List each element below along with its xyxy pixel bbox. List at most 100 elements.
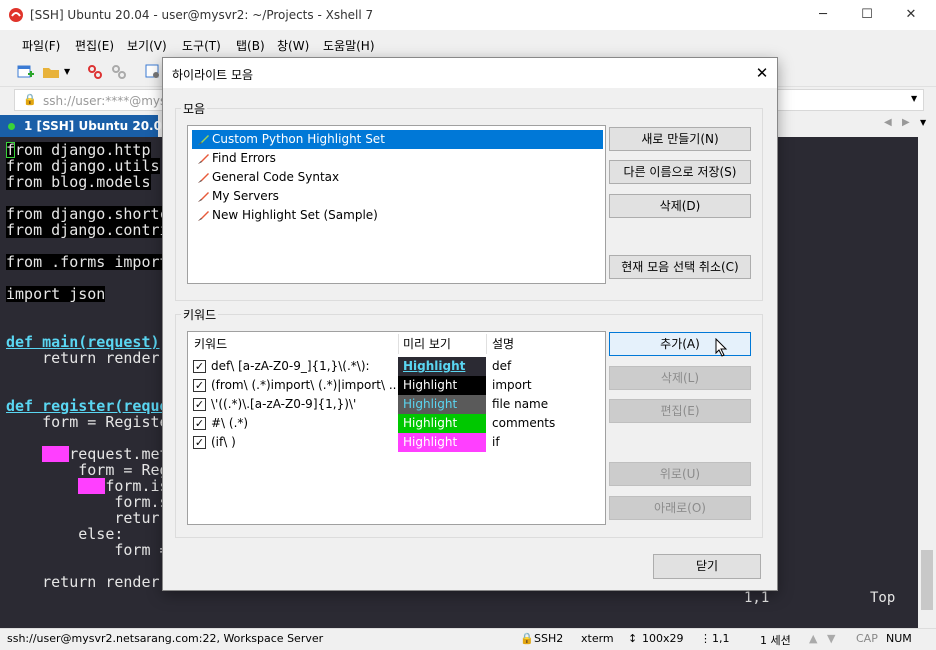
- keyword-row[interactable]: ✓ (if\ ) Highlight if: [188, 433, 602, 452]
- dropdown-arrow-icon[interactable]: ▼: [64, 67, 70, 76]
- keyword-checkbox[interactable]: ✓: [193, 379, 206, 392]
- column-header-description[interactable]: 설명: [492, 334, 514, 354]
- set-item-my-servers[interactable]: My Servers: [192, 187, 603, 206]
- menu-tools[interactable]: 도구(T): [182, 35, 221, 56]
- set-item-find-errors[interactable]: Find Errors: [192, 149, 603, 168]
- status-connection: ssh://user@mysvr2.netsarang.com:22, Work…: [7, 632, 324, 645]
- terminal-cursor: [6, 142, 15, 158]
- tab-scroll-left-icon[interactable]: ◀: [884, 117, 892, 128]
- tab-menu-icon[interactable]: ▼: [920, 118, 926, 127]
- highlight-pen-icon: [198, 192, 209, 202]
- tab-label: 1 [SSH] Ubuntu 20.04: [24, 119, 171, 133]
- terminal-line: form.s: [6, 493, 169, 511]
- menu-view[interactable]: 보기(V): [127, 35, 167, 56]
- menu-file[interactable]: 파일(F): [22, 35, 60, 56]
- address-dropdown-icon[interactable]: ▼: [911, 94, 917, 103]
- terminal-line: def register(reque: [6, 397, 169, 415]
- move-down-button[interactable]: 아래로(O): [609, 496, 751, 520]
- status-resize-icon: ↕: [628, 632, 638, 645]
- keyword-preview: Highlight: [398, 433, 486, 452]
- column-header-preview[interactable]: 미리 보기: [403, 334, 451, 354]
- status-down-icon[interactable]: ▼: [827, 632, 835, 645]
- column-header-keyword[interactable]: 키워드: [194, 334, 227, 354]
- address-text: ssh://user:****@mysvr: [43, 94, 179, 108]
- lock-icon: 🔒: [23, 93, 37, 106]
- edit-keyword-button[interactable]: 편집(E): [609, 399, 751, 423]
- menu-window[interactable]: 창(W): [277, 35, 309, 56]
- highlight-pen-icon: [198, 173, 209, 183]
- terminal-line: from .forms import: [6, 253, 169, 271]
- terminal-line: retur: [6, 509, 160, 527]
- close-dialog-button[interactable]: 닫기: [653, 554, 761, 579]
- delete-set-button[interactable]: 삭제(D): [609, 194, 751, 218]
- menu-tab[interactable]: 탭(B): [236, 35, 265, 56]
- keyword-pattern: def\ [a-zA-Z0-9_]{1,}\(.*\):: [211, 359, 370, 373]
- keyword-preview: Highlight: [398, 395, 486, 414]
- highlight-sets-dialog: 하이라이트 모음 ✕ 모음 Custom Python Highlight Se…: [162, 57, 778, 591]
- add-keyword-button[interactable]: 추가(A): [609, 332, 751, 356]
- column-separator: [398, 334, 399, 354]
- status-cursor: 1,1: [712, 632, 730, 645]
- vim-cursor-position: 1,1: [744, 590, 770, 606]
- set-item-new-highlight[interactable]: New Highlight Set (Sample): [192, 206, 603, 225]
- keyword-checkbox[interactable]: ✓: [193, 417, 206, 430]
- dialog-title-bar: 하이라이트 모음 ✕: [163, 58, 777, 88]
- deselect-set-button[interactable]: 현재 모음 선택 취소(C): [609, 255, 751, 279]
- keyword-description: if: [492, 435, 500, 449]
- status-bar: ssh://user@mysvr2.netsarang.com:22, Work…: [0, 628, 936, 650]
- tab-scroll-right-icon[interactable]: ▶: [902, 117, 910, 128]
- keyword-row[interactable]: ✓ def\ [a-zA-Z0-9_]{1,}\(.*\): Highlight…: [188, 357, 602, 376]
- set-item-label: My Servers: [212, 189, 279, 203]
- column-separator: [486, 334, 487, 354]
- xshell-logo-icon: [9, 8, 23, 22]
- minimize-button[interactable]: ─: [800, 0, 846, 30]
- set-item-label: Custom Python Highlight Set: [212, 132, 385, 146]
- keyword-pattern: (if\ ): [211, 435, 236, 449]
- keyword-row[interactable]: ✓ #\ (.*) Highlight comments: [188, 414, 602, 433]
- status-cursor-icon: ⋮: [700, 632, 711, 645]
- status-sessions: 1 세션: [760, 634, 791, 647]
- highlight-pen-icon: [198, 154, 209, 164]
- keywords-list[interactable]: 키워드 미리 보기 설명 ✓ def\ [a-zA-Z0-9_]{1,}\(.*…: [187, 331, 606, 525]
- keyword-checkbox[interactable]: ✓: [193, 436, 206, 449]
- menu-help[interactable]: 도움말(H): [323, 35, 375, 56]
- terminal-line: else:: [6, 525, 124, 543]
- scrollbar-thumb[interactable]: [921, 550, 933, 610]
- set-item-general-code[interactable]: General Code Syntax: [192, 168, 603, 187]
- tab-ssh-ubuntu[interactable]: 1 [SSH] Ubuntu 20.04: [0, 115, 170, 137]
- dialog-close-button[interactable]: ✕: [747, 58, 777, 88]
- keyword-row[interactable]: ✓ \'((.*)\.[a-zA-Z0-9]{1,})\' Highlight …: [188, 395, 602, 414]
- delete-keyword-button[interactable]: 삭제(L): [609, 366, 751, 390]
- connect-icon[interactable]: [86, 63, 104, 81]
- keyword-checkbox[interactable]: ✓: [193, 398, 206, 411]
- keyword-row[interactable]: ✓ (from\ (.*)import\ (.*)|import\ ... Hi…: [188, 376, 602, 395]
- menu-bar: 파일(F) 편집(E) 보기(V) 도구(T) 탭(B) 창(W) 도움말(H): [0, 30, 936, 57]
- status-up-icon[interactable]: ▲: [809, 632, 817, 645]
- set-item-label: General Code Syntax: [212, 170, 340, 184]
- terminal-line: from django.contri: [6, 221, 169, 239]
- highlight-pen-icon: [198, 135, 209, 145]
- disconnect-icon[interactable]: [110, 63, 128, 81]
- new-session-icon[interactable]: [16, 63, 34, 81]
- set-item-custom-python[interactable]: Custom Python Highlight Set: [192, 130, 603, 149]
- properties-icon[interactable]: [144, 63, 162, 81]
- keyword-pattern: \'((.*)\.[a-zA-Z0-9]{1,})\': [211, 397, 357, 411]
- sets-list[interactable]: Custom Python Highlight Set Find Errors …: [187, 125, 606, 284]
- status-size: 100x29: [642, 632, 684, 645]
- keyword-description: import: [492, 378, 532, 392]
- window-title: [SSH] Ubuntu 20.04 - user@mysvr2: ~/Proj…: [30, 8, 374, 22]
- keyword-checkbox[interactable]: ✓: [193, 360, 206, 373]
- maximize-button[interactable]: ☐: [844, 0, 890, 30]
- keyword-pattern: (from\ (.*)import\ (.*)|import\ ...: [211, 378, 396, 392]
- if-highlight: [78, 478, 105, 494]
- set-item-label: New Highlight Set (Sample): [212, 208, 378, 222]
- terminal-line: if request.met: [6, 445, 169, 463]
- move-up-button[interactable]: 위로(U): [609, 462, 751, 486]
- open-folder-icon[interactable]: [42, 63, 60, 81]
- save-as-button[interactable]: 다른 이름으로 저장(S): [609, 160, 751, 184]
- new-set-button[interactable]: 새로 만들기(N): [609, 127, 751, 151]
- keyword-description: def: [492, 359, 512, 373]
- close-button[interactable]: ✕: [888, 0, 934, 30]
- status-num: NUM: [886, 632, 912, 645]
- menu-edit[interactable]: 편집(E): [75, 35, 114, 56]
